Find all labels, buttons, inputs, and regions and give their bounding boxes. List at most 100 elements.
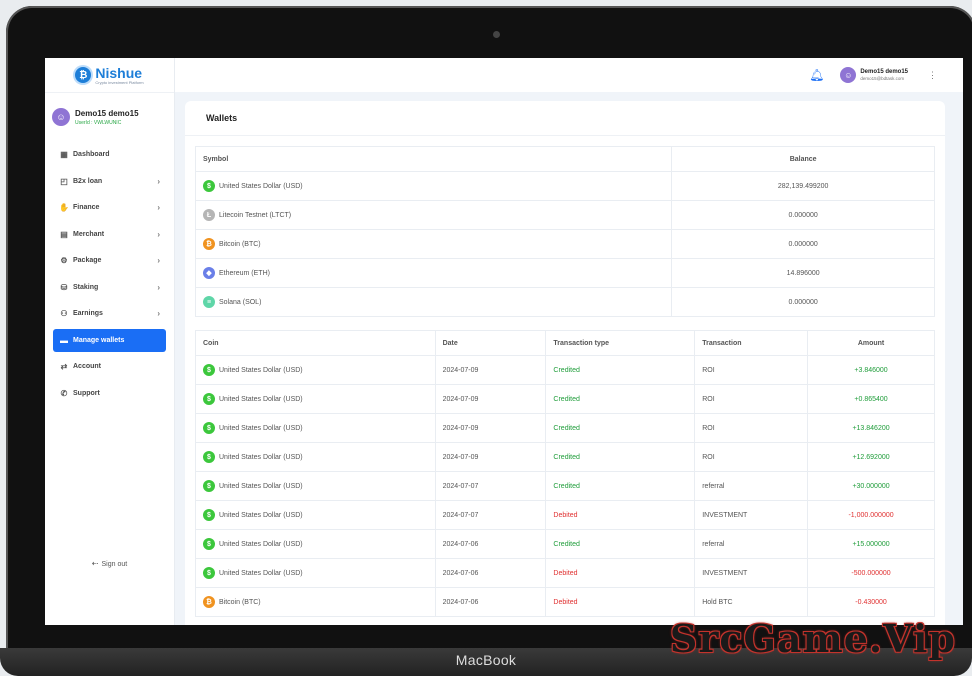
coin-icon: $ [203, 422, 215, 434]
sidebar-user-name: Demo15 demo15 [75, 108, 139, 118]
table-row: Ł Litecoin Testnet (LTCT) 0.000000 [194, 200, 935, 230]
coin-icon: ₿ [203, 596, 215, 608]
transaction-cell: ROI [694, 413, 809, 443]
sign-out-button[interactable]: ⇠ Sign out [45, 559, 174, 568]
coin-name: United States Dollar (USD) [219, 366, 303, 374]
wallet-icon: ◰ [60, 176, 68, 186]
table-row: $ United States Dollar (USD) 2024-07-06 Deb… [195, 558, 935, 588]
sidebar-item-dashboard[interactable]: ▦ Dashboard [53, 143, 166, 166]
coin-cell: $ United States Dollar (USD) [194, 171, 673, 201]
transaction-cell: ROI [694, 355, 809, 385]
transaction-type-cell: Credited [545, 442, 696, 472]
chevron-right-icon: › [157, 282, 160, 292]
amount-cell: +15.000000 [807, 529, 935, 559]
sidebar-item-label: Merchant [73, 230, 105, 238]
coin-cell: $ United States Dollar (USD) [195, 558, 436, 588]
transaction-type-cell: Credited [545, 471, 696, 501]
table-row: $ United States Dollar (USD) 2024-07-09 Cre… [195, 442, 935, 472]
wallet-card-icon: ▬ [60, 335, 68, 345]
table-row: $ United States Dollar (USD) 2024-07-09 Cre… [195, 413, 935, 443]
sidebar-item-label: Dashboard [73, 151, 110, 158]
transaction-type-cell: Credited [545, 355, 696, 385]
coin-name: United States Dollar (USD) [219, 511, 303, 519]
more-vertical-icon[interactable]: ⋮ [928, 70, 937, 81]
amount-cell: -0.430000 [807, 587, 935, 617]
coin-name: Litecoin Testnet (LTCT) [219, 211, 292, 219]
coin-label: $ United States Dollar (USD) [203, 538, 428, 550]
balance-cell: 0.000000 [671, 200, 935, 230]
wallets-table: Symbol Balance $ United States Dollar (US… [194, 146, 935, 317]
chevron-right-icon: › [157, 229, 160, 239]
coin-label: ◆ Ethereum (ETH) [203, 267, 664, 279]
sidebar-item-package[interactable]: ⚙ Package › [53, 249, 166, 272]
sidebar-item-manage-wallets[interactable]: ▬ Manage wallets [53, 328, 166, 352]
transaction-cell: referral [694, 529, 809, 559]
amount-cell: +12.692000 [807, 442, 935, 472]
sidebar: ₿ Nishue Crypto investment Platform ☺ De… [45, 58, 175, 625]
coin-cell: $ United States Dollar (USD) [195, 384, 436, 414]
coin-label: $ United States Dollar (USD) [203, 180, 664, 192]
table-row: $ United States Dollar (USD) 2024-07-07 Cre… [195, 471, 935, 501]
coin-label: Ł Litecoin Testnet (LTCT) [203, 209, 664, 221]
coin-name: Bitcoin (BTC) [219, 240, 261, 248]
coin-cell: ◆ Ethereum (ETH) [194, 258, 673, 288]
date-cell: 2024-07-09 [434, 355, 547, 385]
coin-name: Solana (SOL) [219, 298, 262, 306]
coin-cell: $ United States Dollar (USD) [195, 500, 436, 530]
app-logo[interactable]: ₿ Nishue Crypto investment Platform [45, 58, 174, 93]
gear-icon: ⚙ [60, 256, 68, 265]
date-cell: 2024-07-09 [434, 442, 547, 472]
coin-label: $ United States Dollar (USD) [203, 567, 428, 579]
chevron-right-icon: › [157, 256, 160, 265]
transaction-cell: INVESTMENT [694, 558, 809, 588]
date-cell: 2024-07-09 [434, 413, 547, 443]
date-cell: 2024-07-09 [434, 384, 547, 414]
sidebar-item-label: Finance [73, 204, 100, 211]
coin-name: Ethereum (ETH) [219, 269, 270, 277]
transaction-type-cell: Debited [545, 587, 696, 617]
coin-cell: Ł Litecoin Testnet (LTCT) [194, 200, 673, 230]
sidebar-item-support[interactable]: ✆ Support [53, 382, 166, 405]
table-row: $ United States Dollar (USD) 2024-07-07 Deb… [195, 500, 935, 530]
coin-name: United States Dollar (USD) [219, 482, 303, 490]
transaction-cell: ROI [694, 384, 809, 414]
chevron-right-icon: › [157, 176, 160, 186]
transaction-cell: Hold BTC [694, 587, 809, 617]
column-header-transaction: Transaction [694, 330, 809, 356]
sidebar-item-staking[interactable]: ⛁ Staking › [53, 276, 166, 299]
date-cell: 2024-07-07 [434, 471, 547, 501]
sidebar-item-label: Package [73, 257, 102, 264]
sidebar-item-b2x-loan[interactable]: ◰ B2x loan › [53, 170, 166, 193]
sidebar-user-profile: ☺ Demo15 demo15 UserId : VWLWUNIC [45, 93, 174, 132]
coin-label: ₿ Bitcoin (BTC) [203, 238, 664, 250]
sidebar-item-earnings[interactable]: ⚇ Earnings › [53, 302, 166, 325]
coin-name: United States Dollar (USD) [219, 569, 303, 577]
hand-coin-icon: ✋ [59, 203, 69, 212]
transaction-cell: ROI [694, 442, 809, 472]
coin-name: United States Dollar (USD) [219, 182, 303, 190]
sidebar-item-merchant[interactable]: ▤ Merchant › [53, 223, 166, 246]
coin-label: ₿ Bitcoin (BTC) [203, 596, 428, 608]
transaction-cell: referral [694, 471, 809, 501]
date-cell: 2024-07-06 [434, 558, 547, 588]
user-menu[interactable]: ☺ Demo15 demo15 demo15@bdtask.com [840, 67, 908, 83]
coin-label: $ United States Dollar (USD) [203, 509, 428, 521]
coin-label: $ United States Dollar (USD) [203, 480, 428, 492]
coin-cell: $ United States Dollar (USD) [195, 413, 436, 443]
document-icon: ▤ [60, 229, 68, 239]
column-header-balance: Balance [671, 146, 935, 172]
sidebar-item-finance[interactable]: ✋ Finance › [53, 196, 166, 219]
coin-name: United States Dollar (USD) [219, 424, 303, 432]
table-row: $ United States Dollar (USD) 2024-07-09 Cre… [195, 384, 935, 414]
wallets-card: Wallets Symbol Balance $ United States Do… [185, 101, 945, 625]
table-row: $ United States Dollar (USD) 282,139.49920… [194, 171, 935, 201]
transaction-type-cell: Credited [545, 413, 696, 443]
coin-icon: $ [203, 364, 215, 376]
coin-icon: $ [203, 451, 215, 463]
earnings-icon: ⚇ [60, 309, 68, 318]
coin-name: United States Dollar (USD) [219, 395, 303, 403]
topbar-user-name: Demo15 demo15 [860, 69, 908, 75]
sidebar-user-id: UserId : VWLWUNIC [75, 119, 122, 126]
bell-icon[interactable]: 🔔︎ [809, 68, 824, 82]
sidebar-item-account[interactable]: ⇄ Account [53, 355, 166, 378]
